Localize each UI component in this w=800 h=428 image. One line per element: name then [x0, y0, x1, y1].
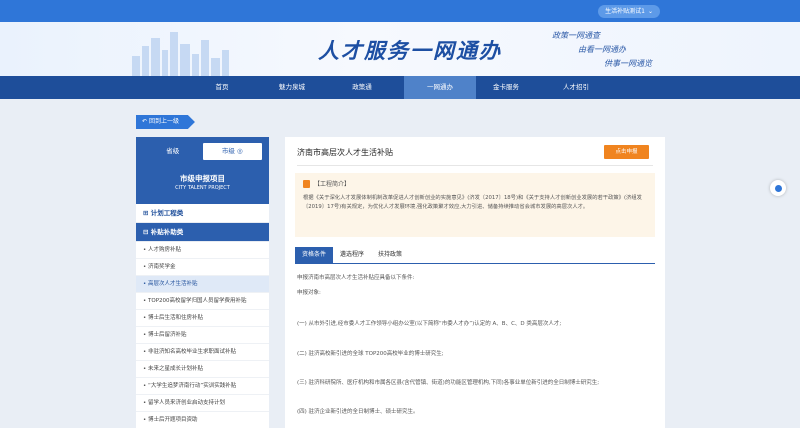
- back-arrow-icon: ↶: [142, 118, 149, 125]
- paragraph: (三) 驻济科研院所、医疗机构和市属各区县(含代管镇、街道)的功能区管理机构,下…: [297, 380, 600, 386]
- sidebar-item-label: TOP200高校留学归国人员留学费用补贴: [148, 298, 247, 304]
- paragraph: (四) 驻济企业新引进的全日制博士、硕士研究生。: [297, 409, 419, 415]
- sidebar-item-label: 博士后开题项目资助: [148, 417, 198, 423]
- sidebar-section-plans[interactable]: ⊞ 计划工程类: [136, 204, 269, 223]
- sidebar-item-label: 未来之星成长计划补贴: [148, 366, 204, 372]
- float-circle-icon[interactable]: [770, 180, 786, 196]
- sidebar-item-label: 非驻济知名高校毕业生求职面试补贴: [148, 349, 237, 355]
- main-panel: 济南市高层次人才生活补贴 点击申报 【工程简介】 根据《关于深化人才发展体制机制…: [285, 137, 665, 428]
- back-label: 回到上一级: [148, 118, 179, 125]
- apply-button[interactable]: 点击申报: [604, 145, 649, 159]
- banner-slogan: 政策一网通查: [552, 31, 600, 40]
- sidebar-list: • 人才购房补贴 • 济南奖学金 • 高层次人才生活补贴 • TOP200高校留…: [136, 242, 269, 428]
- section-label: 计划工程类: [150, 209, 184, 217]
- banner: 人才服务一网通办 政策一网通查 由看一网通办 供事一网通览: [0, 22, 800, 76]
- intro-heading: 【工程简介】: [303, 179, 647, 188]
- tab-city[interactable]: 市级 ◎: [202, 143, 262, 160]
- list-icon: ⊟: [143, 228, 151, 236]
- skyline-graphic: [132, 32, 229, 76]
- sidebar-item[interactable]: • 非驻济知名高校毕业生求职面试补贴: [136, 344, 269, 361]
- level-tabs: 省级 市级 ◎: [143, 143, 262, 160]
- nav-item-charm-city[interactable]: 魅力泉城: [256, 76, 328, 99]
- banner-slogan: 由看一网通办: [578, 45, 626, 54]
- sidebar-item-label: 博士后留济补贴: [148, 332, 187, 338]
- sidebar-header: 省级 市级 ◎ 市级申报项目 CITY TALENT PROJECT: [136, 137, 269, 204]
- nav-item-recruit[interactable]: 人才招引: [540, 76, 612, 99]
- sidebar-item-label: 博士后生活和住房补贴: [148, 315, 204, 321]
- tab-eligibility[interactable]: 资格条件: [295, 247, 334, 263]
- bookmark-icon: [303, 179, 310, 188]
- sidebar: 省级 市级 ◎ 市级申报项目 CITY TALENT PROJECT ⊞ 计划工…: [136, 137, 269, 428]
- list-icon: ⊞: [143, 209, 151, 217]
- section-label: 补贴补助类: [150, 228, 184, 236]
- back-button[interactable]: ↶ 回到上一级: [136, 115, 195, 129]
- sidebar-item-label: 留学人员来济创业启动支持计划: [148, 400, 226, 406]
- main-nav: 首页 魅力泉城 政策通 一网通办 金卡服务 人才招引: [0, 76, 800, 99]
- chevron-down-icon: ⌄: [647, 8, 653, 15]
- sidebar-item-label: 济南奖学金: [148, 264, 176, 270]
- tab-city-label: 市级: [221, 147, 235, 155]
- sidebar-item[interactable]: • 博士后留济补贴: [136, 327, 269, 344]
- banner-slogan: 供事一网通览: [604, 59, 652, 68]
- paragraph: (二) 驻济高校新引进的全球 TOP200高校毕业的博士研究生;: [297, 351, 444, 357]
- paragraph: (一) 从市外引进,经市委人才工作领导小组办公室(以下简称“市委人才办”)认定的…: [297, 321, 562, 327]
- nav-item-one-stop[interactable]: 一网通办: [404, 76, 476, 99]
- sidebar-item[interactable]: • “大学生追梦济南行动”实训实践补贴: [136, 378, 269, 395]
- sidebar-item[interactable]: • 博士后开题项目资助: [136, 412, 269, 428]
- nav-item-gold-card[interactable]: 金卡服务: [470, 76, 542, 99]
- nav-item-home[interactable]: 首页: [186, 76, 258, 99]
- banner-title: 人才服务一网通办: [318, 38, 502, 63]
- divider: [297, 165, 653, 166]
- paragraph: 申报对象:: [297, 290, 321, 296]
- page-title: 济南市高层次人才生活补贴: [297, 148, 393, 157]
- intro-box: 【工程简介】 根据《关于深化人才发展体制机制改革促进人才创新创业的实施意见》(济…: [295, 173, 655, 237]
- tab-selection[interactable]: 遴选程序: [333, 247, 371, 263]
- content-tabs: 资格条件 遴选程序 扶持政策: [295, 247, 655, 264]
- sidebar-item-label: 高层次人才生活补贴: [148, 281, 198, 287]
- user-menu-button[interactable]: 生活补贴测试1 ⌄: [598, 5, 660, 18]
- sidebar-item[interactable]: • 留学人员来济创业启动支持计划: [136, 395, 269, 412]
- nav-item-policy[interactable]: 政策通: [326, 76, 398, 99]
- sidebar-item-label: “大学生追梦济南行动”实训实践补贴: [148, 383, 237, 389]
- paragraph: 申报济南市高层次人才生活补贴应具备以下条件:: [297, 275, 415, 281]
- intro-text: 根据《关于深化人才发展体制机制改革促进人才创新创业的实施意见》(济发〔2017〕…: [303, 195, 642, 210]
- tab-provincial[interactable]: 省级: [143, 143, 203, 160]
- sidebar-section-subsidies[interactable]: ⊟ 补贴补助类: [136, 223, 269, 242]
- sidebar-item-active[interactable]: • 高层次人才生活补贴: [136, 276, 269, 293]
- sidebar-item[interactable]: • 人才购房补贴: [136, 242, 269, 259]
- sidebar-item[interactable]: • 未来之星成长计划补贴: [136, 361, 269, 378]
- sidebar-item-label: 人才购房补贴: [148, 247, 182, 253]
- sidebar-item[interactable]: • 博士后生活和住房补贴: [136, 310, 269, 327]
- intro-heading-text: 【工程简介】: [314, 181, 351, 188]
- sidebar-item[interactable]: • TOP200高校留学归国人员留学费用补贴: [136, 293, 269, 310]
- top-bar: 生活补贴测试1 ⌄: [0, 0, 800, 22]
- user-label: 生活补贴测试1: [605, 8, 645, 15]
- float-dot: [774, 184, 782, 192]
- sidebar-heading: 市级申报项目: [180, 174, 225, 183]
- tab-support[interactable]: 扶持政策: [371, 247, 409, 263]
- sidebar-item[interactable]: • 济南奖学金: [136, 259, 269, 276]
- target-icon: ◎: [236, 147, 243, 155]
- sidebar-subheading: CITY TALENT PROJECT: [175, 185, 230, 191]
